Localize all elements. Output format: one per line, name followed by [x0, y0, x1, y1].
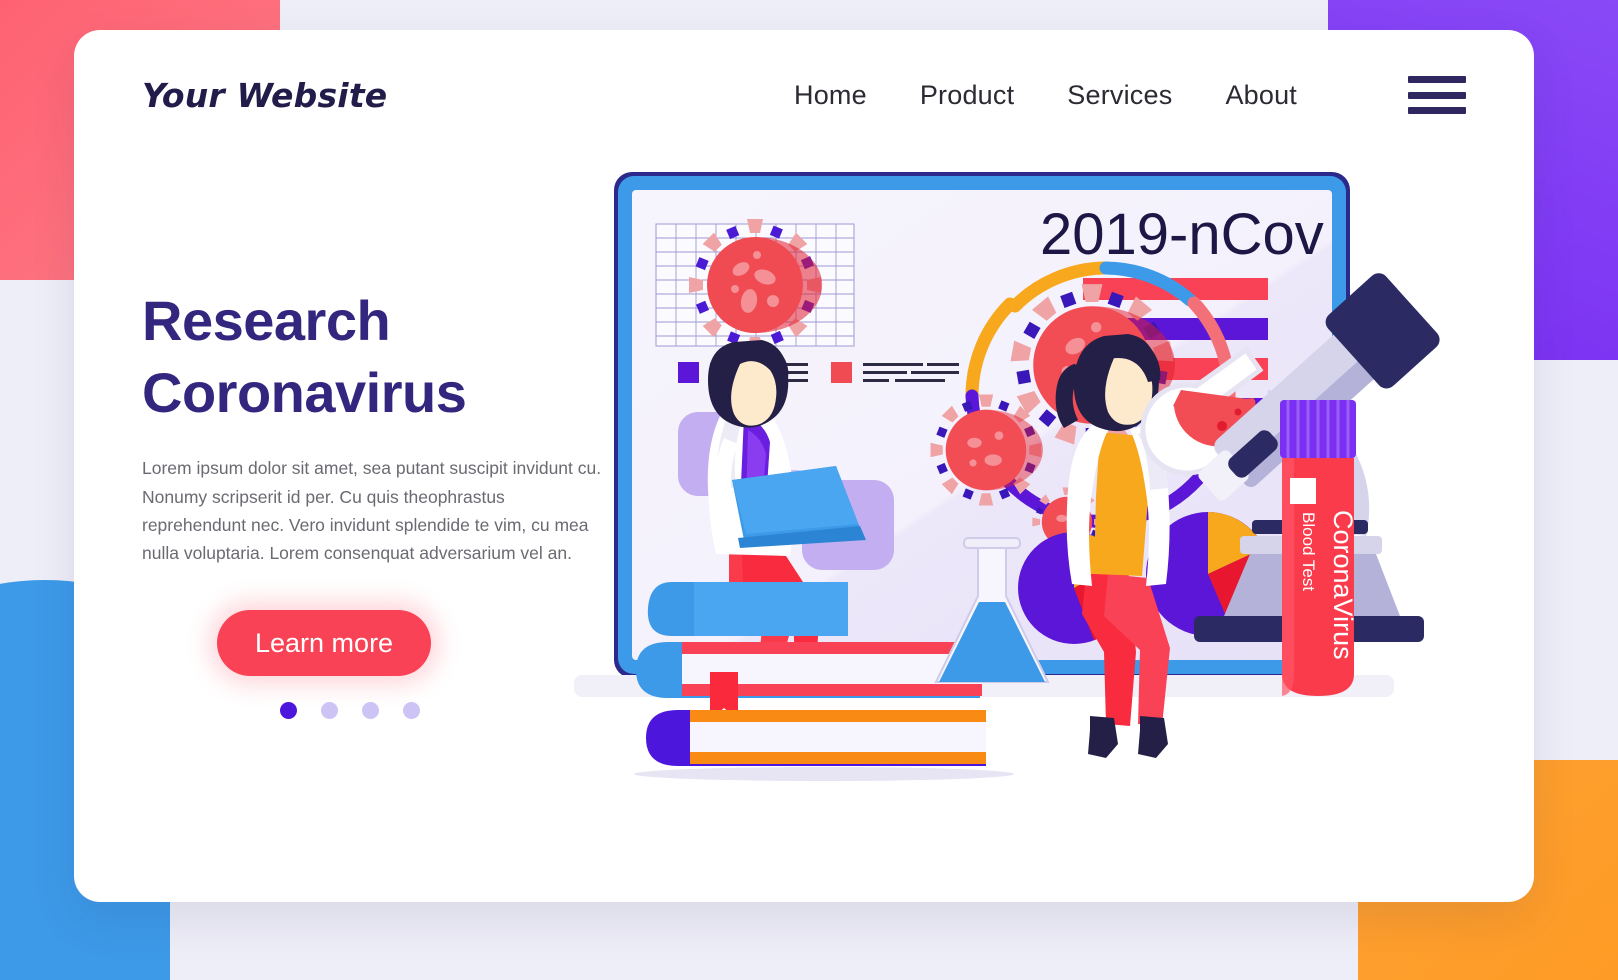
- nav-link-services[interactable]: Services: [1067, 80, 1172, 111]
- carousel-dots: [280, 702, 420, 719]
- site-header: Your Website Home Product Services About: [74, 30, 1534, 160]
- learn-more-button[interactable]: Learn more: [217, 610, 432, 676]
- nav-link-about[interactable]: About: [1225, 80, 1297, 111]
- hero-illustration: 2019-nCov CoronaVirus Blood Test: [574, 150, 1474, 800]
- hamburger-bar-2: [1408, 91, 1466, 99]
- hero-text-block: Research Coronavirus Lorem ipsum dolor s…: [142, 285, 642, 568]
- main-navigation: Home Product Services About: [794, 76, 1466, 114]
- nav-link-product[interactable]: Product: [920, 80, 1014, 111]
- carousel-dot-2[interactable]: [321, 702, 338, 719]
- hero-paragraph: Lorem ipsum dolor sit amet, sea putant s…: [142, 458, 602, 564]
- test-tube-label-secondary: Blood Test: [1299, 512, 1318, 591]
- hamburger-bar-1: [1408, 76, 1466, 83]
- carousel-dot-3[interactable]: [362, 702, 379, 719]
- hamburger-icon[interactable]: [1408, 76, 1466, 114]
- page-title: Research Coronavirus: [142, 285, 642, 428]
- page-title-line-1: Research: [142, 289, 391, 352]
- test-tube-label-primary: CoronaVirus: [1328, 510, 1358, 660]
- nav-link-home[interactable]: Home: [794, 80, 867, 111]
- carousel-dot-4[interactable]: [403, 702, 420, 719]
- landing-page-card: Your Website Home Product Services About…: [74, 30, 1534, 902]
- site-logo[interactable]: Your Website: [142, 76, 387, 115]
- blood-test-tube: CoronaVirus Blood Test: [1280, 400, 1358, 696]
- hamburger-bar-3: [1408, 107, 1466, 114]
- screen-title: 2019-nCov: [1040, 202, 1324, 267]
- page-title-line-2: Coronavirus: [142, 360, 467, 424]
- carousel-dot-1[interactable]: [280, 702, 297, 719]
